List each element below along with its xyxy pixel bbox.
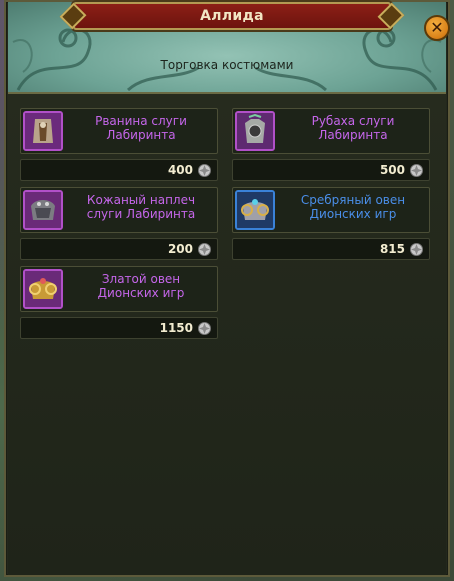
game-background: Торговка костюмами Аллида ✕ Рванина слуг… <box>0 0 454 581</box>
price-box: 500 <box>232 159 430 181</box>
item-name: Рванина слуги Лабиринта <box>95 114 187 142</box>
silver-coin-icon <box>198 243 211 256</box>
item-name: Златой овен Дионских игр <box>97 272 185 300</box>
golden-ram-helmet-icon[interactable] <box>23 269 63 309</box>
item-price: 1150 <box>159 321 193 335</box>
title-plate: Аллида <box>59 2 405 30</box>
item-name-box: Рванина слуги Лабиринта <box>20 108 218 154</box>
shirt-icon[interactable] <box>235 111 275 151</box>
item-name: Кожаный наплеч слуги Лабиринта <box>86 193 196 221</box>
silver-coin-icon <box>410 164 423 177</box>
item-list: Рванина слуги Лабиринта 400 Рубаха слуги… <box>8 94 446 575</box>
close-button[interactable]: ✕ <box>424 15 450 41</box>
item-name-box: Кожаный наплеч слуги Лабиринта <box>20 187 218 233</box>
close-icon: ✕ <box>430 18 444 37</box>
silver-ram-helmet-icon[interactable] <box>235 190 275 230</box>
window-title: Аллида <box>200 8 264 24</box>
silver-coin-icon <box>198 322 211 335</box>
shoulder-armor-icon[interactable] <box>23 190 63 230</box>
item-price: 500 <box>379 163 405 177</box>
item-name-box: Сребряный овен Дионских игр <box>232 187 430 233</box>
silver-coin-icon <box>198 164 211 177</box>
item-name: Сребряный овен Дионских игр <box>300 193 406 221</box>
rag-cloak-icon[interactable] <box>23 111 63 151</box>
price-box: 400 <box>20 159 218 181</box>
price-box: 1150 <box>20 317 218 339</box>
merchant-subtitle: Торговка костюмами <box>160 58 294 72</box>
price-box: 200 <box>20 238 218 260</box>
item-price: 815 <box>379 242 405 256</box>
item-name-box: Рубаха слуги Лабиринта <box>232 108 430 154</box>
item-price: 400 <box>167 163 193 177</box>
item-name: Рубаха слуги Лабиринта <box>311 114 395 142</box>
price-box: 815 <box>232 238 430 260</box>
item-price: 200 <box>167 242 193 256</box>
silver-coin-icon <box>410 243 423 256</box>
item-name-box: Златой овен Дионских игр <box>20 266 218 312</box>
